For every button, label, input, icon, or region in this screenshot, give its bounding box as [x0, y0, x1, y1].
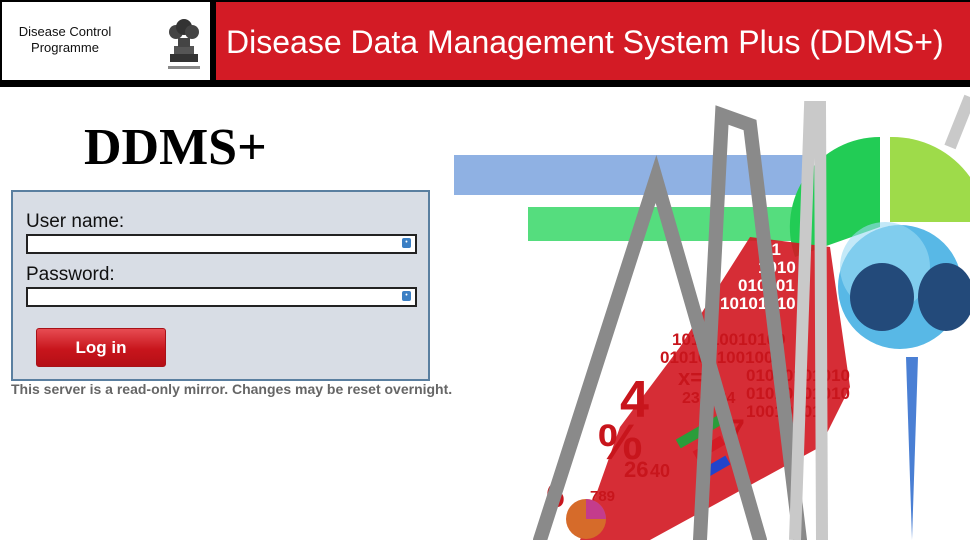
org-name: Disease Control Programme — [18, 24, 112, 55]
national-emblem-icon — [168, 19, 200, 69]
password-manager-icon[interactable]: • — [402, 291, 411, 301]
password-manager-icon[interactable]: • — [402, 238, 411, 248]
username-input[interactable] — [28, 237, 396, 253]
symbol-number: 40 — [650, 461, 670, 481]
username-label: User name: — [26, 211, 125, 232]
app-title: Disease Data Management System Plus (DDM… — [226, 24, 944, 60]
password-label: Password: — [26, 264, 115, 285]
server-notice: This server is a read-only mirror. Chang… — [11, 381, 453, 397]
title-bar: Disease Data Management System Plus (DDM… — [216, 2, 970, 80]
login-form: User name: • Password: • Log in — [11, 190, 430, 381]
password-field-wrapper: • — [26, 287, 417, 307]
hero-pie-lime — [890, 136, 970, 222]
hero-eye — [850, 263, 914, 331]
binary-row: 10101010 — [720, 294, 796, 313]
symbol-number: 26 — [624, 457, 648, 482]
brand-box: Disease Control Programme — [2, 2, 210, 80]
password-input[interactable] — [28, 290, 396, 306]
product-title: DDMS+ — [84, 119, 267, 176]
hero-needle — [906, 357, 918, 540]
hero-illustration: 01 1010 010101 10101010 101010010100 010… — [454, 94, 970, 540]
username-field-wrapper: • — [26, 234, 417, 254]
hero-leg-light — [944, 94, 970, 150]
login-button[interactable]: Log in — [36, 328, 166, 367]
header-bar: Disease Control Programme Disease Data M… — [0, 0, 970, 87]
